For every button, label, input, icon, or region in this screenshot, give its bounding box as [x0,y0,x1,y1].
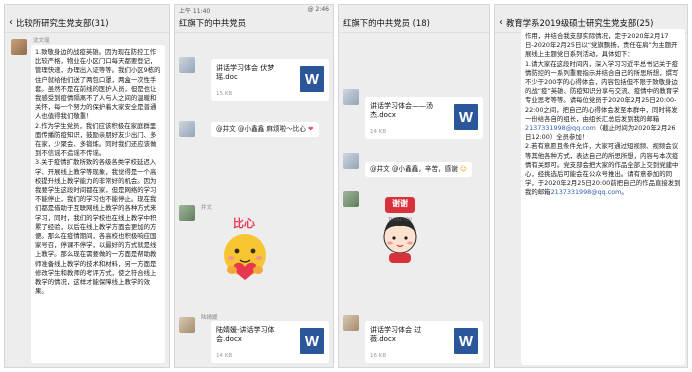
file-size: 14 KB [370,129,387,135]
chat-header: ‹ 比较所研究生党支部(31) [5,14,169,33]
avatar[interactable] [179,317,195,333]
sticker-caption: 比心 [233,217,255,230]
avatar[interactable] [179,121,195,137]
file-message[interactable]: 讲话学习体会——汤杰.docx 14 KB W [365,97,483,139]
heart-icon: ❤ [308,125,314,133]
status-right: @ 2:46 [307,6,329,13]
avatar[interactable] [343,191,359,207]
status-time: 上午 11:40 [179,8,211,15]
file-message[interactable]: 讲话学习体会 过薇.docx 16 KB W [365,321,483,363]
chat-title: 教育学系2019级硕士研究生党支部(25) [506,18,654,28]
message-bubble[interactable]: @井文 @小鑫鑫，辛苦，感谢 ☺ [365,162,472,177]
message-bubble[interactable]: @井文 @小鑫鑫 麻烦啦～比心 ❤ [211,122,319,137]
message-text: 作用，并结合我支部实际情况，定于2020年2月17日-2020年2月25日以“党… [525,32,681,198]
back-arrow-icon[interactable]: ‹ [9,18,13,28]
message-text-part2: （截止时间为2020年2月26日12:00）全员参加！ 2.若有意愿且条件允许，… [525,124,681,197]
message-bubble[interactable]: 作用，并结合我支部实际情况，定于2020年2月17日-2020年2月25日以“党… [521,29,685,365]
avatar[interactable] [343,315,359,331]
file-size: 14 KB [216,353,233,359]
avatar[interactable] [179,57,195,73]
chat-header: 红旗下的中共党员 (18) [339,14,489,33]
avatar[interactable] [343,89,359,105]
avatar[interactable] [179,205,195,221]
chat-window-3: 红旗下的中共党员 (18) 讲话学习体会——汤杰.docx 14 KB W @井… [338,4,490,368]
sticker-subcaption: THANK YOU [388,217,412,222]
chat-title: 红旗下的中共党员 (18) [343,18,430,28]
chat-window-1: ‹ 比较所研究生党支部(31) 沈文瑶 1.致敬身边的战疫英雄。因为现在防控工作… [4,4,170,368]
sticker-thanks[interactable]: 谢谢 THANK YOU [367,193,433,265]
email-link[interactable]: 2137331998@qq.com [551,188,622,196]
avatar[interactable] [343,153,359,169]
word-doc-icon: W [454,328,478,354]
message-text: 1.致敬身边的战疫英雄。因为现在防控工作比较严格，物业在小区门口每天都要登记，管… [35,48,161,296]
status-bar [5,5,169,14]
status-bar [495,5,687,14]
file-size: 16 KB [370,353,387,359]
status-bar: 上午 11:40 @ 2:46 [175,5,333,15]
file-message[interactable]: 讲话学习体会 伏梦瑶.doc 15 KB W [211,59,329,101]
smile-emoji-icon: ☺ [459,165,467,173]
message-bubble[interactable]: 1.致敬身边的战疫英雄。因为现在防控工作比较严格，物业在小区门口每天都要登记，管… [31,45,165,363]
message-text: @井文 @小鑫鑫 麻烦啦～比心 [216,125,306,133]
file-size: 15 KB [216,91,233,97]
file-message[interactable]: 陆婧媛-讲话学习体会.docx 14 KB W [211,321,329,363]
sender-name: 井文 [201,205,213,211]
sender-name: 沈文瑶 [33,38,50,44]
status-bar [339,5,489,14]
chat-window-2: 上午 11:40 @ 2:46 红旗下的中共党员 讲话学习体会 伏梦瑶.doc … [174,4,334,368]
word-doc-icon: W [300,328,324,354]
back-arrow-icon[interactable]: ‹ [499,18,503,28]
file-name: 讲话学习体会 过薇.docx [370,326,422,343]
chat-window-4: ‹ 教育学系2019级硕士研究生党支部(25) 作用，并结合我支部实际情况，定于… [494,4,688,368]
file-name: 讲话学习体会——汤杰.docx [370,102,433,119]
email-link[interactable]: 2137331998@qq.com [525,124,596,132]
sticker-caption: 谢谢 [392,199,408,208]
word-doc-icon: W [300,66,324,92]
sender-name: 陆婧媛 [201,315,218,321]
message-text: @井文 @小鑫鑫，辛苦，感谢 [370,165,458,173]
chat-title: 红旗下的中共党员 [179,18,246,28]
file-name: 讲话学习体会 伏梦瑶.doc [216,64,275,81]
word-doc-icon: W [454,104,478,130]
chat-title: 比较所研究生党支部(31) [16,18,109,28]
message-text-part3: 。 [621,188,628,197]
file-name: 陆婧媛-讲话学习体会.docx [216,326,275,343]
sticker-bixin[interactable]: 比心 [215,215,277,285]
chat-header: 红旗下的中共党员 [175,14,333,33]
avatar[interactable] [11,39,27,55]
message-text-part1: 作用，并结合我支部实际情况，定于2020年2月17日-2020年2月25日以“党… [525,32,679,123]
